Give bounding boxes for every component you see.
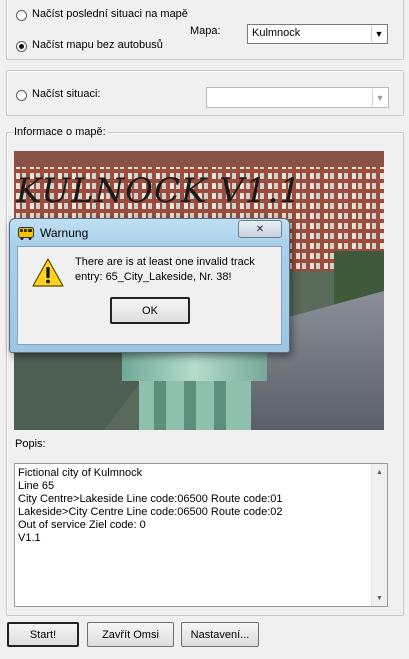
scroll-down-icon[interactable]: ▼ <box>372 590 387 606</box>
radio-load-situation-label[interactable]: Načíst situaci: <box>32 88 100 100</box>
description-line: Lakeside>City Centre Line code:06500 Rou… <box>18 506 283 518</box>
chevron-down-icon[interactable]: ▼ <box>371 26 386 42</box>
description-scrollbar[interactable]: ▲ ▼ <box>371 464 387 606</box>
ok-button[interactable]: OK <box>110 297 190 324</box>
dialog-message-line1: There are is at least one invalid track <box>75 256 255 268</box>
radio-load-situation[interactable] <box>16 90 27 101</box>
map-select-value: Kulmnock <box>252 27 301 39</box>
description-line: Line 65 <box>18 480 55 492</box>
warning-icon <box>32 258 64 290</box>
bus-icon <box>18 227 34 243</box>
description-textbox[interactable]: Fictional city of Kulmnock Line 65 City … <box>14 463 388 607</box>
dialog-message-line2: entry: 65_City_Lakeside, Nr. 38! <box>75 271 232 283</box>
radio-map-no-buses-label[interactable]: Načíst mapu bez autobusů <box>32 39 163 51</box>
description-line: Out of service Ziel code: 0 <box>18 519 146 531</box>
radio-map-no-buses[interactable] <box>16 41 27 52</box>
dialog-titlebar[interactable]: Warnung ✕ <box>10 219 289 245</box>
radio-last-situation-label[interactable]: Načíst poslední situaci na mapě <box>32 8 188 20</box>
start-button[interactable]: Start! <box>7 622 79 647</box>
close-omsi-button[interactable]: Zavřít Omsi <box>87 622 174 647</box>
dialog-body: There are is at least one invalid track … <box>17 246 282 345</box>
map-label: Mapa: <box>190 25 221 37</box>
dialog-close-button[interactable]: ✕ <box>238 220 282 238</box>
radio-selected-dot <box>19 44 24 49</box>
description-line: V1.1 <box>18 532 41 544</box>
warning-dialog: Warnung ✕ There are is at least one inva… <box>9 218 290 353</box>
map-banner-title: KULNOCK V1.1 <box>16 171 302 211</box>
description-line: City Centre>Lakeside Line code:06500 Rou… <box>18 493 283 505</box>
radio-last-situation[interactable] <box>16 10 27 21</box>
map-info-label: Informace o mapě: <box>13 126 107 138</box>
map-select[interactable]: Kulmnock ▼ <box>247 24 388 44</box>
dialog-title: Warnung <box>40 226 89 240</box>
situation-select[interactable]: ▼ <box>206 87 389 108</box>
close-icon: ✕ <box>255 223 265 235</box>
chevron-down-icon[interactable]: ▼ <box>372 89 387 106</box>
scroll-up-icon[interactable]: ▲ <box>372 464 387 480</box>
description-line: Fictional city of Kulmnock <box>18 467 143 479</box>
settings-button[interactable]: Nastavení... <box>181 622 259 647</box>
description-label: Popis: <box>15 438 46 450</box>
